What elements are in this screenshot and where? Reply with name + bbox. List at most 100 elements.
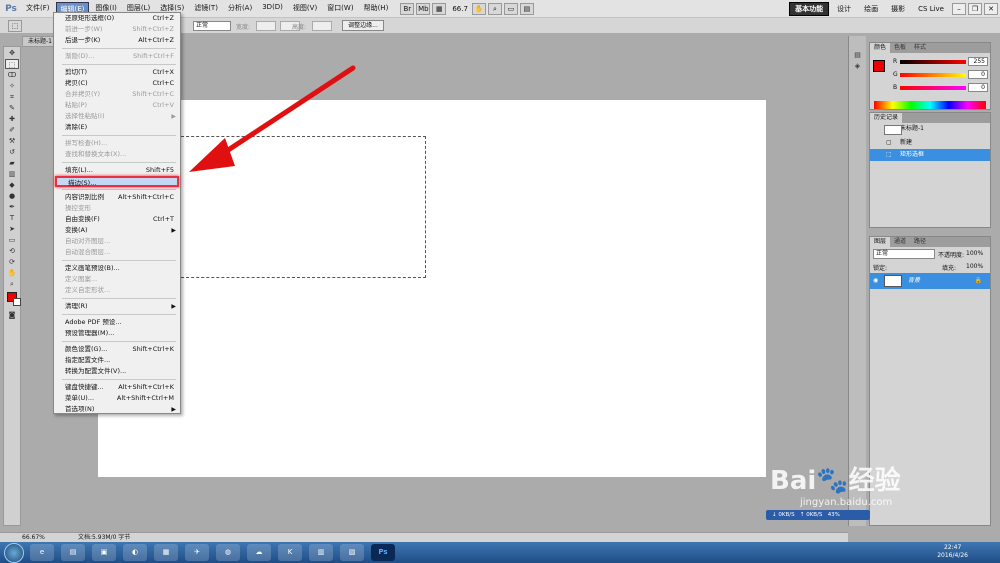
system-clock[interactable]: 22:47 2016/4/26 <box>937 544 968 560</box>
workspace-design[interactable]: 设计 <box>832 3 856 15</box>
panel-icon-2[interactable]: ◈ <box>851 61 865 71</box>
workspace-paint[interactable]: 绘画 <box>859 3 883 15</box>
edit-menu-item[interactable]: 还原矩形选框(O) Ctrl+Z <box>54 13 180 24</box>
menu-item[interactable]: 帮助(H) <box>360 2 393 16</box>
eraser-icon[interactable]: ▰ <box>5 158 19 168</box>
zoom-select[interactable]: 66.7 <box>452 5 468 13</box>
path-select-icon[interactable]: ➤ <box>5 224 19 234</box>
video-icon[interactable]: ▥ <box>309 544 333 561</box>
edit-menu-item[interactable]: 剪切(T) Ctrl+X <box>54 67 180 78</box>
zoom-icon[interactable]: ⌕ <box>5 279 19 289</box>
history-brush-icon[interactable]: ↺ <box>5 147 19 157</box>
3d-rotate-icon[interactable]: ⟲ <box>5 246 19 256</box>
eyedropper-icon[interactable]: ✎ <box>5 103 19 113</box>
browser-icon[interactable]: ◐ <box>123 544 147 561</box>
edit-menu-item[interactable]: 指定配置文件... <box>54 355 180 366</box>
marquee-tool-icon[interactable]: ⬚ <box>5 59 19 69</box>
value-b[interactable]: 0 <box>968 83 988 92</box>
type-tool-icon[interactable]: T <box>5 213 19 223</box>
tab-history[interactable]: 历史记录 <box>870 113 903 123</box>
menu-item[interactable]: 文件(F) <box>22 2 54 16</box>
start-button-icon[interactable] <box>4 542 24 563</box>
workspace-basic[interactable]: 基本功能 <box>789 2 830 16</box>
move-tool-icon[interactable]: ✥ <box>5 48 19 58</box>
menu-item-stroke[interactable]: 描边(S)... <box>55 176 179 187</box>
menu-item[interactable]: 视图(V) <box>289 2 321 16</box>
edit-menu-item[interactable]: 清除(E) <box>54 122 180 133</box>
clone-stamp-icon[interactable]: ⚒ <box>5 136 19 146</box>
value-g[interactable]: 0 <box>968 70 988 79</box>
blend-mode-select[interactable]: 正常 <box>873 249 935 259</box>
screen-mode-icon[interactable]: ▭ <box>503 2 518 15</box>
height-field[interactable] <box>312 21 332 31</box>
edit-menu-item[interactable]: 填充(L)... Shift+F5 <box>54 165 180 176</box>
blur-icon[interactable]: ◆ <box>5 180 19 190</box>
status-zoom[interactable]: 66.67% <box>22 533 45 542</box>
dodge-icon[interactable]: ● <box>5 191 19 201</box>
menu-item[interactable]: 3D(D) <box>258 2 287 16</box>
app-icon[interactable]: ▦ <box>154 544 178 561</box>
panel-icon-1[interactable]: ▤ <box>851 50 865 60</box>
edit-menu-item[interactable]: 键盘快捷键... Alt+Shift+Ctrl+K <box>54 382 180 393</box>
style-select[interactable]: 正常 <box>193 21 231 31</box>
edit-menu-item[interactable]: 后退一步(K) Alt+Ctrl+Z <box>54 35 180 46</box>
photo-icon[interactable]: ▧ <box>340 544 364 561</box>
tab-color[interactable]: 颜色 <box>870 43 891 53</box>
healing-brush-icon[interactable]: ✚ <box>5 114 19 124</box>
folder-icon[interactable]: ▤ <box>61 544 85 561</box>
close-icon[interactable]: ✕ <box>984 3 998 15</box>
workspace-photo[interactable]: 摄影 <box>886 3 910 15</box>
refine-edge-button[interactable]: 调整边缘... <box>342 20 384 31</box>
background-color-swatch[interactable] <box>13 298 21 306</box>
edit-menu-item[interactable]: 内容识别比例 Alt+Shift+Ctrl+C <box>54 192 180 203</box>
gradient-icon[interactable]: ▥ <box>5 169 19 179</box>
ie-icon[interactable]: e <box>30 544 54 561</box>
crop-tool-icon[interactable]: ⌗ <box>5 92 19 102</box>
zoom-tool-icon[interactable]: ⌕ <box>487 2 502 15</box>
opacity-value[interactable]: 100% <box>966 250 983 257</box>
slider-g[interactable] <box>900 73 966 77</box>
menu-item[interactable]: 分析(A) <box>224 2 256 16</box>
value-r[interactable]: 255 <box>968 57 988 66</box>
bird-icon[interactable]: ✈ <box>185 544 209 561</box>
minimize-icon[interactable]: – <box>952 3 966 15</box>
edit-menu-item[interactable]: Adobe PDF 预设... <box>54 317 180 328</box>
edit-menu-item[interactable]: 自由变换(F) Ctrl+T <box>54 214 180 225</box>
edit-menu-item[interactable]: 定义画笔预设(B)... <box>54 263 180 274</box>
cs-live-button[interactable]: CS Live <box>913 4 949 14</box>
minibridge-icon[interactable]: Mb <box>416 2 431 15</box>
edit-menu-item[interactable]: 菜单(U)... Alt+Shift+Ctrl+M <box>54 393 180 404</box>
brush-tool-icon[interactable]: ✐ <box>5 125 19 135</box>
edit-menu-item[interactable]: 转换为配置文件(V)... <box>54 366 180 377</box>
shape-tool-icon[interactable]: ▭ <box>5 235 19 245</box>
width-field[interactable] <box>256 21 276 31</box>
tab-paths[interactable]: 路径 <box>910 237 930 247</box>
iqiyi-icon[interactable]: ▣ <box>92 544 116 561</box>
arrange-icon[interactable]: ▤ <box>519 2 534 15</box>
k-app-icon[interactable]: K <box>278 544 302 561</box>
menu-item[interactable]: 窗口(W) <box>323 2 357 16</box>
history-item-marquee[interactable]: ⬚ 矩形选框 <box>870 149 990 161</box>
hand-icon[interactable]: ✋ <box>5 268 19 278</box>
history-item-new[interactable]: ▢ 新建 <box>870 137 990 149</box>
edit-menu-item[interactable]: 变换(A) ▶ <box>54 225 180 236</box>
grid-icon[interactable]: ▦ <box>432 2 447 15</box>
tab-styles[interactable]: 样式 <box>910 43 930 53</box>
tab-layers[interactable]: 图层 <box>870 237 891 247</box>
edit-menu-item[interactable]: 首选项(N) ▶ <box>54 404 180 415</box>
layer-background[interactable]: ◉ 背景 🔒 <box>870 273 990 289</box>
slider-b[interactable] <box>900 86 966 90</box>
history-snapshot[interactable]: 未标题-1 <box>870 123 990 137</box>
hand-tool-icon[interactable]: ✋ <box>471 2 486 15</box>
tab-channels[interactable]: 通道 <box>890 237 910 247</box>
color-spectrum[interactable] <box>874 101 986 109</box>
edit-menu-item[interactable]: 预设管理器(M)... <box>54 328 180 339</box>
menu-item[interactable]: 滤镜(T) <box>190 2 222 16</box>
quick-select-icon[interactable]: ✧ <box>5 81 19 91</box>
marquee-preset-icon[interactable]: ⬚ <box>8 19 22 32</box>
edit-menu-item[interactable]: 颜色设置(G)... Shift+Ctrl+K <box>54 344 180 355</box>
pen-tool-icon[interactable]: ✒ <box>5 202 19 212</box>
fill-value[interactable]: 100% <box>966 263 983 270</box>
eye-icon[interactable]: ◉ <box>873 273 878 289</box>
edit-menu-item[interactable]: 清理(R) ▶ <box>54 301 180 312</box>
